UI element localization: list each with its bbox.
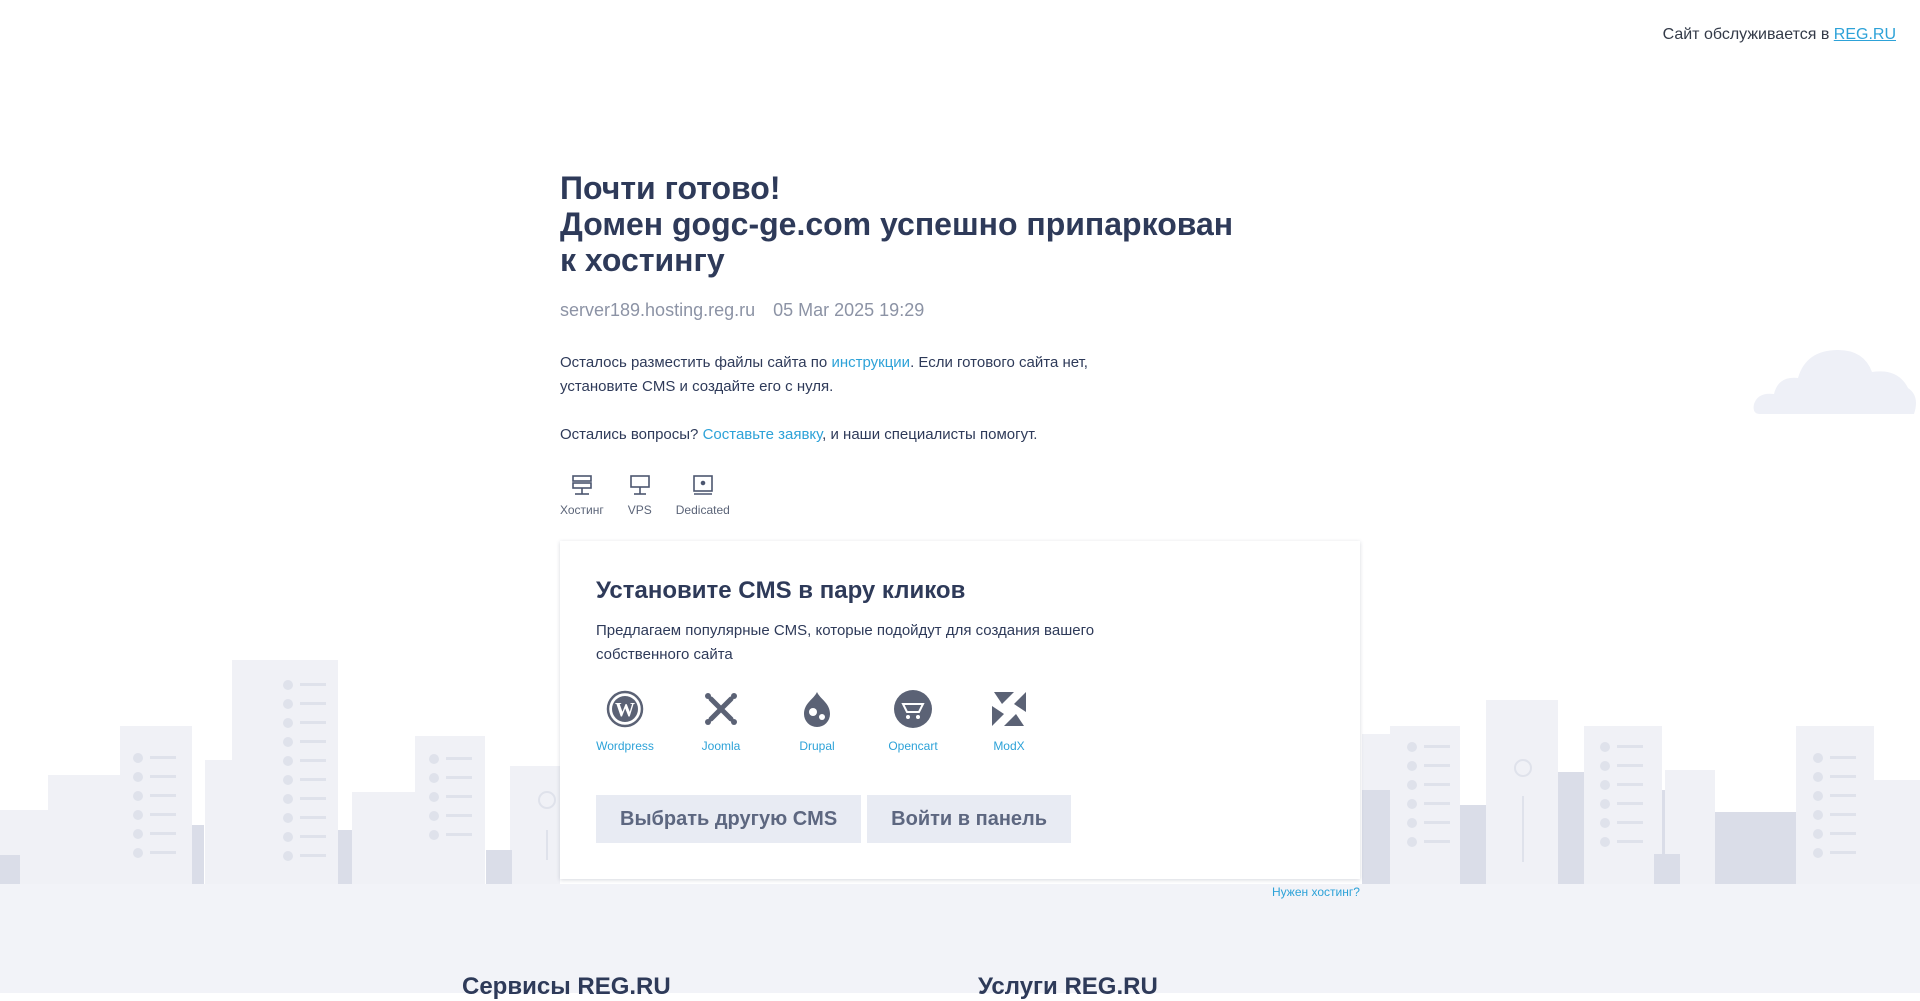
- hosted-by-notice: Сайт обслуживается в REG.RU: [1663, 26, 1896, 44]
- opencart-icon: [893, 689, 933, 729]
- cms-drupal[interactable]: Drupal: [788, 689, 846, 753]
- hosting-icon: [572, 475, 592, 495]
- footer-offerings-heading: Услуги REG.RU: [978, 973, 1158, 1000]
- service-vps-label: VPS: [627, 503, 652, 517]
- cms-list: W Wordpress Joomla Drupal Opencart ModX: [596, 689, 1324, 753]
- cloud-illustration: [1753, 350, 1916, 414]
- instructions-link[interactable]: инструкции: [831, 354, 910, 371]
- main-content: Почти готово! Домен gogc-ge.com успешно …: [560, 170, 1360, 517]
- title-line-2: Домен gogc-ge.com успешно припаркован: [560, 206, 1234, 242]
- server-meta: server189.hosting.reg.ru 05 Mar 2025 19:2…: [560, 300, 1360, 321]
- regru-link[interactable]: REG.RU: [1834, 26, 1896, 43]
- service-hosting-label: Хостинг: [560, 503, 604, 517]
- cms-card-title: Установите CMS в пару кликов: [596, 577, 966, 604]
- cms-modx[interactable]: ModX: [980, 689, 1038, 753]
- service-vps[interactable]: VPS: [628, 473, 652, 517]
- server-name: server189.hosting.reg.ru: [560, 300, 756, 320]
- cms-card-description: Предлагаем популярные CMS, которые подой…: [596, 622, 1095, 663]
- instructions-paragraph: Осталось разместить файлы сайта по инстр…: [560, 351, 1120, 399]
- need-hosting-link[interactable]: Нужен хостинг?: [1272, 885, 1360, 899]
- login-panel-button[interactable]: Войти в панель: [867, 795, 1072, 843]
- support-text-after: , и наши специалисты помогут.: [822, 426, 1038, 443]
- title-line-3: к хостингу: [560, 242, 725, 278]
- cms-opencart-label: Opencart: [888, 739, 938, 753]
- service-links: Хостинг VPS Dedicated: [560, 473, 1360, 517]
- cms-modx-label: ModX: [993, 739, 1025, 753]
- service-dedicated-label: Dedicated: [675, 503, 730, 517]
- instructions-text-before: Осталось разместить файлы сайта по: [560, 354, 832, 371]
- svg-text:W: W: [615, 699, 635, 721]
- cms-install-card: Установите CMS в пару кликов Предлагаем …: [560, 541, 1360, 879]
- service-hosting[interactable]: Хостинг: [560, 473, 604, 517]
- support-paragraph: Остались вопросы? Составьте заявку, и на…: [560, 423, 1360, 447]
- modx-icon: [989, 689, 1029, 729]
- wordpress-icon: W: [605, 689, 645, 729]
- service-dedicated[interactable]: Dedicated: [676, 473, 730, 517]
- vps-icon: [629, 475, 650, 495]
- footer-services-heading: Сервисы REG.RU: [462, 973, 671, 1000]
- dedicated-icon: [692, 475, 713, 495]
- drupal-icon: [797, 689, 837, 729]
- support-request-link[interactable]: Составьте заявку: [703, 426, 823, 443]
- cms-joomla[interactable]: Joomla: [692, 689, 750, 753]
- ground-band: [0, 884, 1920, 993]
- title-line-1: Почти готово!: [560, 170, 781, 206]
- choose-other-cms-button[interactable]: Выбрать другую CMS: [596, 795, 862, 843]
- cms-drupal-label: Drupal: [799, 739, 835, 753]
- cms-card-actions: Выбрать другую CMS Войти в панель: [596, 795, 1324, 843]
- page-title: Почти готово! Домен gogc-ge.com успешно …: [560, 170, 1360, 278]
- support-text-before: Остались вопросы?: [560, 426, 703, 443]
- cms-wordpress[interactable]: W Wordpress: [596, 689, 654, 753]
- cms-opencart[interactable]: Opencart: [884, 689, 942, 753]
- cms-wordpress-label: Wordpress: [596, 739, 654, 753]
- cms-joomla-label: Joomla: [701, 739, 741, 753]
- joomla-icon: [701, 689, 741, 729]
- hosted-by-text: Сайт обслуживается в: [1662, 26, 1834, 43]
- park-date: 05 Mar 2025 19:29: [773, 300, 925, 320]
